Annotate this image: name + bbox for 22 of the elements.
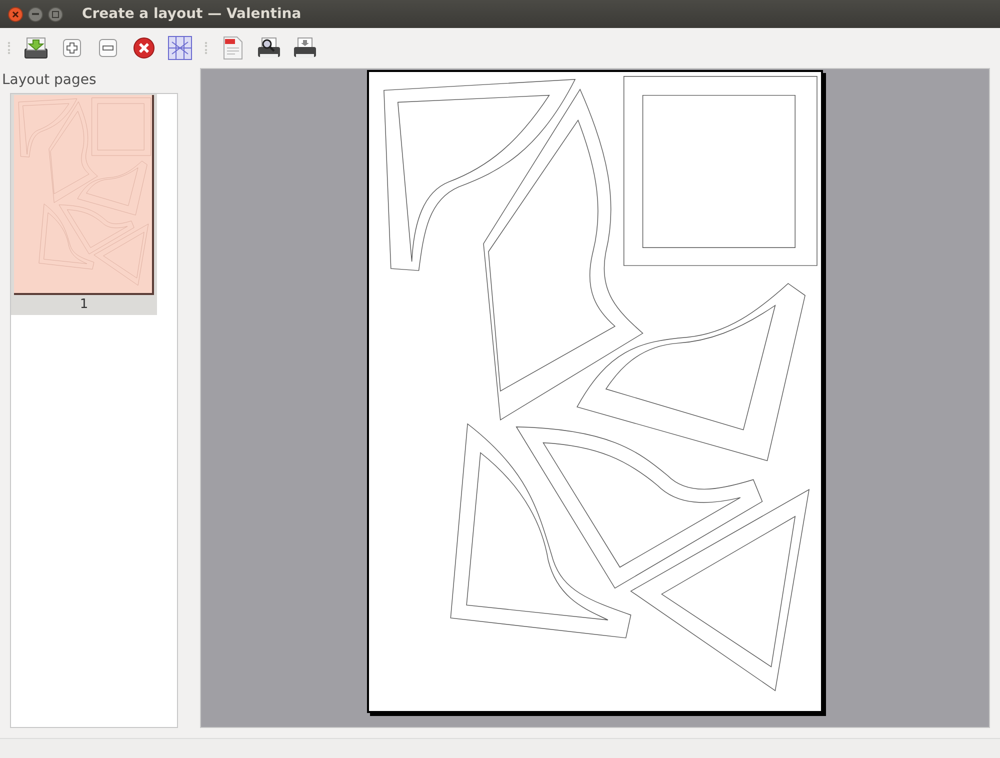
maximize-button[interactable] [48, 6, 63, 22]
panel-title: Layout pages [2, 71, 98, 90]
toolbar-grip [8, 42, 11, 54]
page-number: 1 [80, 296, 88, 314]
printer-magnifier-icon [257, 36, 281, 60]
page-thumbnail[interactable]: 1 [11, 94, 157, 315]
close-button[interactable] [8, 6, 23, 22]
window-title: Create a layout — Valentina [82, 4, 302, 24]
maximize-icon [52, 10, 59, 18]
drive-download-icon [24, 36, 48, 60]
close-icon [133, 37, 155, 59]
printer-icon [293, 36, 317, 60]
pattern-piece [94, 224, 149, 286]
pdf-file-icon [223, 36, 243, 60]
layout-button[interactable] [165, 33, 195, 63]
minimize-button[interactable] [28, 6, 43, 22]
plus-icon [63, 39, 81, 57]
layout-grid-icon [168, 36, 192, 60]
minus-icon [99, 39, 117, 57]
minimize-icon [32, 13, 39, 15]
close-icon [12, 10, 19, 18]
toolbar-grip [205, 42, 208, 54]
